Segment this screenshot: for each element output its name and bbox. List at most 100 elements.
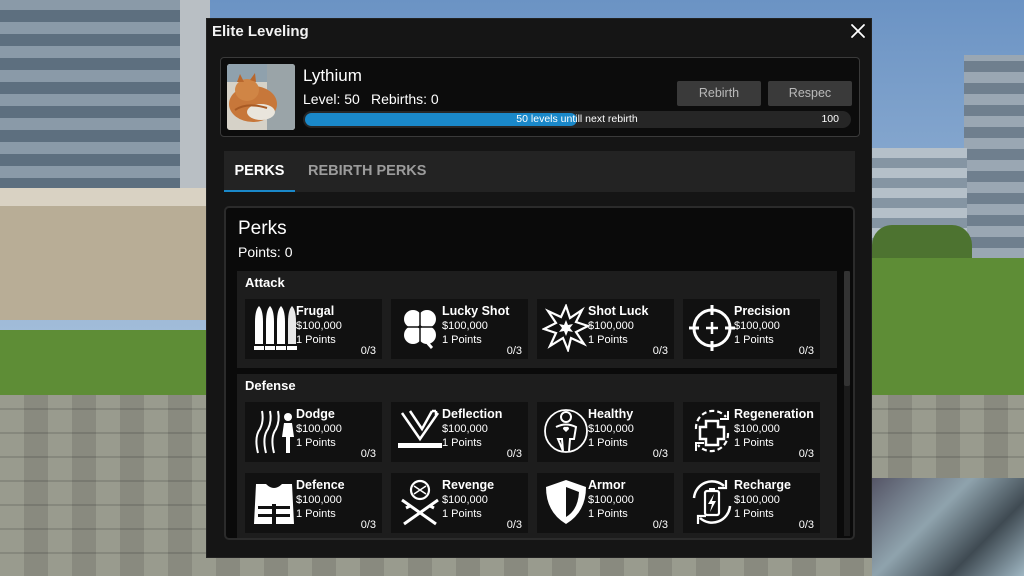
clover-icon [396,304,444,352]
perk-name: Deflection [442,407,503,421]
perk-price: $100,000 [734,320,780,332]
healthy-body-icon [542,407,590,455]
perk-name: Precision [734,304,791,318]
perk-name: Healthy [588,407,634,421]
perk-price: $100,000 [296,423,342,435]
progress-max: 100 [821,113,839,125]
perk-points: 1 Points [442,437,482,449]
category-defense: Defense Dodge $100,000 1 Points 0/3 Defl… [237,374,837,538]
perk-card-defence[interactable]: Defence $100,000 1 Points 0/3 [245,473,382,533]
perk-count: 0/3 [360,345,376,357]
perk-count: 0/3 [798,519,814,531]
perk-name: Armor [588,478,626,492]
respec-button[interactable]: Respec [768,81,852,106]
perk-name: Revenge [442,478,495,492]
close-button[interactable] [849,22,867,40]
level-text: Level: 50 [303,91,360,107]
tab-rebirth-perks[interactable]: REBIRTH PERKS [308,151,426,192]
grass-right [872,258,1024,395]
vest-icon [250,478,298,526]
metal-prop [872,478,1024,576]
perk-name: Frugal [296,304,335,318]
perk-count: 0/3 [798,345,814,357]
perk-points: 1 Points [588,437,628,449]
perk-price: $100,000 [296,494,342,506]
category-attack: Attack Frugal $100,000 1 Points 0/3 Luck… [237,271,837,368]
perk-points: 1 Points [734,508,774,520]
perk-card-recharge[interactable]: Recharge $100,000 1 Points 0/3 [683,473,820,533]
category-header: Attack [245,275,285,290]
perk-name: Regeneration [734,407,814,421]
elite-leveling-window: Elite Leveling Lythium Level: 50 Rebirth… [206,18,872,558]
regeneration-icon [688,407,736,455]
perk-count: 0/3 [360,519,376,531]
scrollbar[interactable] [844,271,850,536]
perk-count: 0/3 [506,448,522,460]
panel-title: Perks [238,218,287,239]
perk-card-revenge[interactable]: Revenge $100,000 1 Points 0/3 [391,473,528,533]
perks-panel: Perks Points: 0 Attack Frugal $100,000 1… [224,206,855,540]
roof-left [0,188,210,206]
perk-card-deflection[interactable]: Deflection $100,000 1 Points 0/3 [391,402,528,462]
player-name: Lythium [303,66,362,85]
perk-points: 1 Points [588,334,628,346]
grass-left [0,330,210,395]
perk-points: 1 Points [296,334,336,346]
shield-icon [542,478,590,526]
perk-card-healthy[interactable]: Healthy $100,000 1 Points 0/3 [537,402,674,462]
avatar [227,64,295,130]
points-label: Points: 0 [238,244,293,260]
rebirth-button[interactable]: Rebirth [677,81,761,106]
perk-card-shot-luck[interactable]: Shot Luck $100,000 1 Points 0/3 [537,299,674,359]
dodge-icon [250,407,298,455]
perk-price: $100,000 [734,423,780,435]
tab-bar: PERKS REBIRTH PERKS [224,151,855,192]
deflection-icon [396,407,444,455]
crosshair-icon [688,304,736,352]
perk-points: 1 Points [442,334,482,346]
perk-card-lucky-shot[interactable]: Lucky Shot $100,000 1 Points 0/3 [391,299,528,359]
rebirths-text: Rebirths: 0 [371,91,439,107]
perk-price: $100,000 [442,320,488,332]
wall-left [0,190,210,320]
cat-photo [227,64,295,130]
bullets-icon [250,304,298,352]
perk-name: Dodge [296,407,335,421]
perk-name: Defence [296,478,345,492]
close-icon [851,24,865,38]
category-header: Defense [245,378,296,393]
perk-points: 1 Points [734,437,774,449]
perk-name: Recharge [734,478,791,492]
perk-points: 1 Points [588,508,628,520]
perk-count: 0/3 [798,448,814,460]
perk-points: 1 Points [296,508,336,520]
tab-perks[interactable]: PERKS [224,151,295,192]
perk-points: 1 Points [296,437,336,449]
perk-price: $100,000 [442,494,488,506]
perk-card-dodge[interactable]: Dodge $100,000 1 Points 0/3 [245,402,382,462]
perk-points: 1 Points [734,334,774,346]
revenge-icon [396,478,444,526]
perk-count: 0/3 [652,345,668,357]
perk-count: 0/3 [652,448,668,460]
perk-count: 0/3 [360,448,376,460]
perk-price: $100,000 [734,494,780,506]
perk-name: Lucky Shot [442,304,510,318]
perk-count: 0/3 [652,519,668,531]
perk-price: $100,000 [588,423,634,435]
perk-card-precision[interactable]: Precision $100,000 1 Points 0/3 [683,299,820,359]
perk-count: 0/3 [506,345,522,357]
rebirth-progress-bar: 50 levels untill next rebirth 100 [303,111,851,128]
perk-price: $100,000 [588,320,634,332]
perk-card-regeneration[interactable]: Regeneration $100,000 1 Points 0/3 [683,402,820,462]
perk-count: 0/3 [506,519,522,531]
player-card: Lythium Level: 50 Rebirths: 0 Rebirth Re… [220,57,860,137]
perk-price: $100,000 [296,320,342,332]
perk-card-frugal[interactable]: Frugal $100,000 1 Points 0/3 [245,299,382,359]
scrollbar-thumb[interactable] [844,271,850,386]
perk-price: $100,000 [442,423,488,435]
window-title: Elite Leveling [212,23,309,40]
perk-card-armor[interactable]: Armor $100,000 1 Points 0/3 [537,473,674,533]
perk-points: 1 Points [442,508,482,520]
title-bar: Elite Leveling [207,19,871,45]
